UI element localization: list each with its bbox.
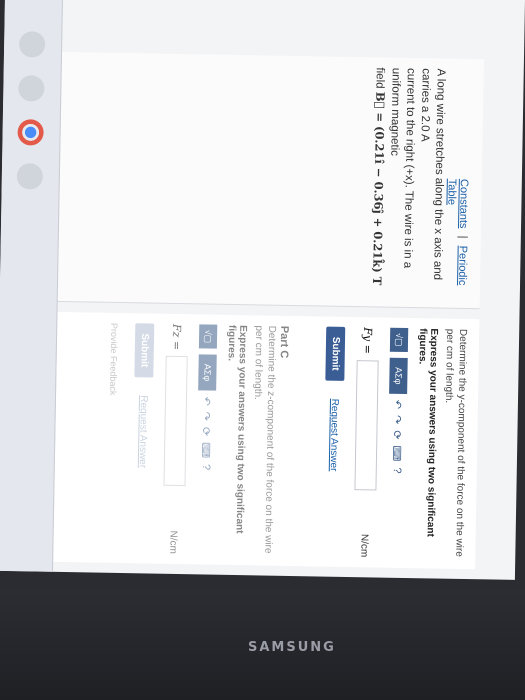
fz-label: Fz = xyxy=(170,323,184,351)
screen: Constants | Periodic Table A long wire s… xyxy=(0,0,525,580)
folder-icon[interactable] xyxy=(17,163,44,190)
math-toolbar-c: √▢ ΑΣφ ↶ ↷ ⟳ ⌨ ? xyxy=(194,324,218,554)
keyboard-icon[interactable]: ⌨ xyxy=(390,445,403,461)
help-icon[interactable]: ? xyxy=(391,467,403,473)
problem-panel: Constants | Periodic Table A long wire s… xyxy=(39,51,484,310)
fz-input[interactable] xyxy=(163,355,188,487)
constants-link[interactable]: Constants xyxy=(457,179,470,229)
redo-icon[interactable]: ↷ xyxy=(391,415,404,424)
provide-feedback-link[interactable]: Provide Feedback xyxy=(105,323,119,553)
fy-input[interactable] xyxy=(354,359,379,491)
undo-icon-c[interactable]: ↶ xyxy=(200,396,213,405)
request-answer-link-b[interactable]: Request Answer xyxy=(328,399,340,472)
problem-statement: A long wire stretches along the x axis a… xyxy=(368,67,448,298)
app-icon[interactable] xyxy=(18,75,46,102)
problem-line-2: current to the right (+x). The wire is i… xyxy=(388,67,417,269)
submit-button-c[interactable]: Submit xyxy=(134,323,155,378)
part-c-actions: Submit Request Answer xyxy=(131,323,155,553)
fy-unit: N/cm xyxy=(358,533,371,558)
math-toolbar-b: √▢ ΑΣφ ↶ ↷ ⟳ ⌨ ? xyxy=(385,327,409,558)
part-c: Part C Determine the z-component of the … xyxy=(105,313,326,567)
keyboard-icon-c[interactable]: ⌨ xyxy=(199,442,212,458)
reset-icon[interactable]: ⟳ xyxy=(391,430,404,439)
resource-links: Constants | Periodic Table xyxy=(444,179,470,308)
part-b: Determine the y-component of the force o… xyxy=(322,317,479,570)
undo-icon[interactable]: ↶ xyxy=(391,400,404,409)
reset-icon-c[interactable]: ⟳ xyxy=(200,427,213,436)
taskbar xyxy=(0,0,64,572)
problem-line-1: A long wire stretches along the x axis a… xyxy=(418,68,447,281)
fy-label: Fy = xyxy=(361,327,375,354)
part-c-instruction: Express your answers using two significa… xyxy=(225,324,249,534)
start-icon[interactable] xyxy=(19,31,46,58)
part-c-answer-row: Fz = N/cm xyxy=(162,324,188,554)
part-b-prompt: Determine the y-component of the force o… xyxy=(442,328,469,557)
request-answer-link-c[interactable]: Request Answer xyxy=(137,395,149,468)
sqrt-template-button-c[interactable]: √▢ xyxy=(198,324,218,349)
part-b-instruction: Express your answers using two significa… xyxy=(416,328,440,537)
part-c-prompt: Determine the z-component of the force o… xyxy=(251,325,278,554)
part-b-actions: Submit Request Answer xyxy=(322,326,346,557)
sqrt-template-button[interactable]: √▢ xyxy=(389,327,409,353)
answer-panel: Determine the y-component of the force o… xyxy=(35,311,480,570)
brand-logo: SAMSUNG xyxy=(248,640,336,655)
chrome-icon[interactable] xyxy=(17,119,45,146)
part-b-answer-row: Fy = N/cm xyxy=(353,327,379,557)
greek-letters-button-c[interactable]: ΑΣφ xyxy=(198,354,217,391)
fz-unit: N/cm xyxy=(167,530,180,555)
redo-icon-c[interactable]: ↷ xyxy=(200,412,213,421)
submit-button-b[interactable]: Submit xyxy=(325,326,346,381)
link-separator: | xyxy=(456,235,469,239)
help-icon-c[interactable]: ? xyxy=(200,464,212,470)
greek-letters-button[interactable]: ΑΣφ xyxy=(389,357,408,395)
field-prefix: field xyxy=(373,67,386,89)
